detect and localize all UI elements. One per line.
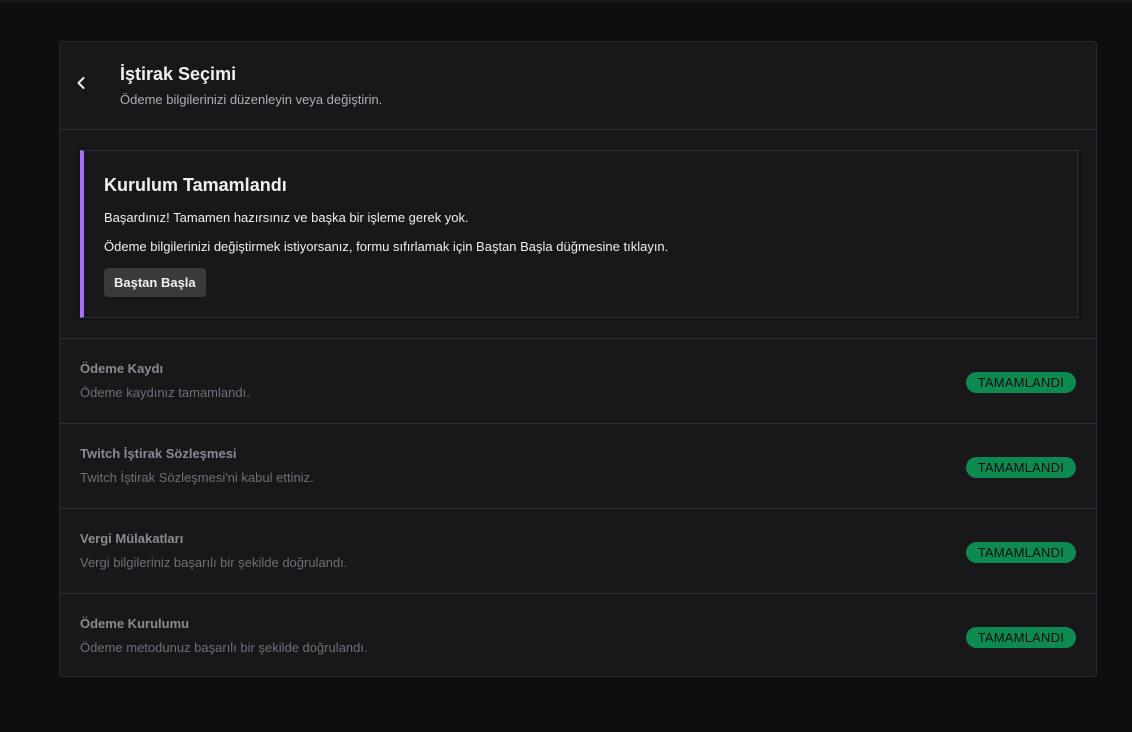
setup-complete-notice: Kurulum Tamamlandı Başardınız! Tamamen h… — [80, 150, 1078, 318]
panel-header: İştirak Seçimi Ödeme bilgilerinizi düzen… — [60, 42, 1096, 130]
step-description: Twitch İştirak Sözleşmesi'ni kabul ettin… — [80, 470, 314, 485]
status-badge: TAMAMLANDI — [965, 542, 1076, 563]
chevron-left-icon — [76, 76, 86, 95]
step-row-tax-interviews: Vergi Mülakatları Vergi bilgileriniz baş… — [60, 509, 1096, 594]
step-title: Ödeme Kaydı — [80, 361, 164, 376]
notice-title: Kurulum Tamamlandı — [104, 175, 287, 195]
step-title: Vergi Mülakatları — [80, 531, 184, 546]
notice-line-2: Ödeme bilgilerinizi değiştirmek istiyors… — [104, 239, 669, 254]
back-button[interactable] — [70, 72, 92, 98]
step-description: Ödeme metodunuz başarılı bir şekilde doğ… — [80, 640, 368, 655]
notice-section: Kurulum Tamamlandı Başardınız! Tamamen h… — [60, 130, 1096, 339]
page-title: İştirak Seçimi — [120, 64, 237, 84]
page-subtitle: Ödeme bilgilerinizi düzenleyin veya deği… — [120, 92, 383, 107]
notice-line-1: Başardınız! Tamamen hazırsınız ve başka … — [104, 210, 469, 225]
top-bar — [0, 0, 1132, 2]
step-description: Ödeme kaydınız tamamlandı. — [80, 385, 250, 400]
affiliate-onboarding-panel: İştirak Seçimi Ödeme bilgilerinizi düzen… — [59, 41, 1097, 677]
start-over-button[interactable]: Baştan Başla — [104, 268, 206, 297]
step-title: Ödeme Kurulumu — [80, 616, 190, 631]
step-row-payout-method: Ödeme Kurulumu Ödeme metodunuz başarılı … — [60, 594, 1096, 676]
status-badge: TAMAMLANDI — [965, 372, 1076, 393]
step-description: Vergi bilgileriniz başarılı bir şekilde … — [80, 555, 348, 570]
step-row-payout-registration: Ödeme Kaydı Ödeme kaydınız tamamlandı. T… — [60, 339, 1096, 424]
step-row-affiliate-agreement: Twitch İştirak Sözleşmesi Twitch İştirak… — [60, 424, 1096, 509]
step-title: Twitch İştirak Sözleşmesi — [80, 446, 237, 461]
status-badge: TAMAMLANDI — [965, 457, 1076, 478]
status-badge: TAMAMLANDI — [965, 627, 1076, 648]
